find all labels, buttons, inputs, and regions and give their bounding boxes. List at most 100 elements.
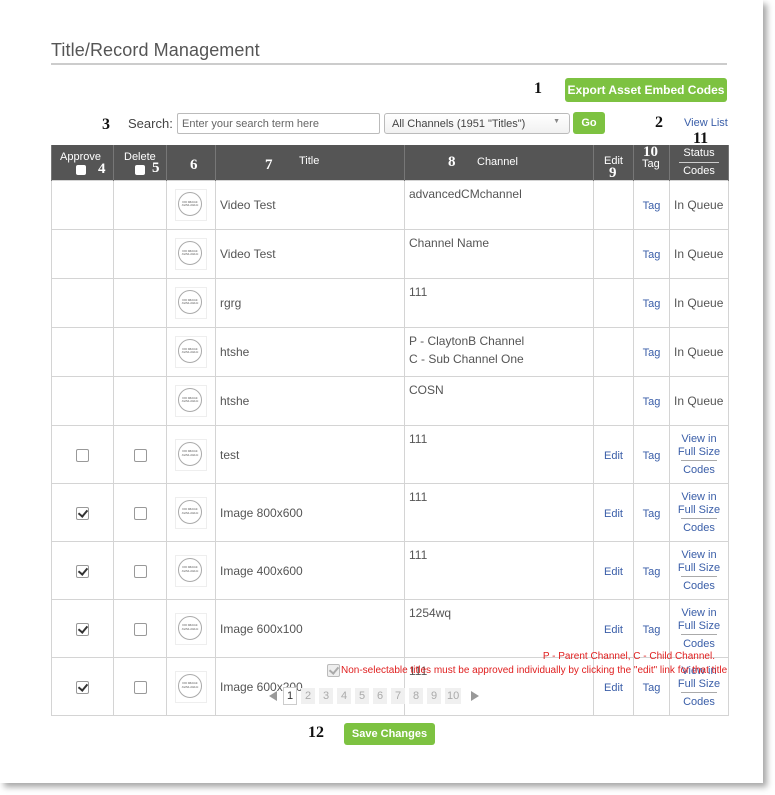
thumbnail[interactable]: NO IMAGE AVAILABLE [175, 189, 207, 221]
page-link-3[interactable]: 3 [319, 688, 333, 704]
codes-link[interactable]: Codes [683, 696, 715, 708]
tag-link[interactable]: Tag [643, 200, 661, 212]
callout-marker-2: 2 [655, 114, 663, 131]
thumbnail-cell: NO IMAGE AVAILABLE [166, 278, 216, 328]
codes-link[interactable]: Codes [683, 464, 715, 476]
col-title: 7 Title [215, 145, 405, 181]
tag-link[interactable]: Tag [643, 347, 661, 359]
disabled-checkbox-icon [327, 664, 340, 677]
page-link-2[interactable]: 2 [301, 688, 315, 704]
previous-page-icon[interactable] [269, 691, 277, 701]
channel-filter-select[interactable]: All Channels (1951 "Titles") ▼ [384, 113, 570, 134]
tag-link[interactable]: Tag [643, 298, 661, 310]
edit-link[interactable]: Edit [604, 508, 623, 520]
codes-cell: View in Full Size Codes [669, 599, 729, 658]
thumbnail[interactable]: NO IMAGE AVAILABLE [175, 336, 207, 368]
page-link-9[interactable]: 9 [427, 688, 441, 704]
view-full-size-link[interactable]: View in Full Size [670, 491, 728, 517]
codes-divider [681, 459, 717, 461]
codes-cell: View in Full Size Codes [669, 425, 729, 484]
codes-link[interactable]: Codes [683, 522, 715, 534]
channel-cell: 111 [404, 483, 594, 542]
channel-cell: P - ClaytonB Channel C - Sub Channel One [404, 327, 594, 377]
edit-link[interactable]: Edit [604, 450, 623, 462]
thumbnail[interactable]: NO IMAGE AVAILABLE [175, 385, 207, 417]
tag-link[interactable]: Tag [643, 450, 661, 462]
approve-checkbox[interactable] [76, 564, 89, 578]
codes-divider [681, 517, 717, 519]
delete-checkbox[interactable] [133, 680, 147, 694]
go-button[interactable]: Go [573, 112, 605, 134]
view-full-size-link[interactable]: View in Full Size [670, 433, 728, 459]
col-status-codes: Status Codes [669, 145, 729, 181]
tag-cell: Tag [633, 376, 670, 426]
channel-name: C - Sub Channel One [409, 352, 524, 366]
tag-link[interactable]: Tag [643, 566, 661, 578]
edit-link[interactable]: Edit [604, 566, 623, 578]
callout-marker-12: 12 [308, 724, 324, 741]
view-list-link[interactable]: View List [684, 117, 728, 129]
codes-link[interactable]: Codes [683, 638, 715, 650]
thumbnail-cell: NO IMAGE AVAILABLE [166, 657, 216, 716]
table-row: NO IMAGE AVAILABLE Image 800x600 111 Edit Ta… [51, 483, 729, 542]
view-full-size-link[interactable]: View in Full Size [670, 607, 728, 633]
page-link-10[interactable]: 10 [445, 688, 462, 704]
search-input[interactable] [177, 113, 380, 134]
channel-cell: 111 [404, 278, 594, 328]
view-full-size-link[interactable]: View in Full Size [670, 549, 728, 575]
status-codes-divider [679, 162, 719, 163]
tag-cell: Tag [633, 278, 670, 328]
approve-cell [51, 599, 114, 658]
page-link-8[interactable]: 8 [409, 688, 423, 704]
approve-checkbox[interactable] [76, 448, 89, 462]
page-link-4[interactable]: 4 [337, 688, 351, 704]
approve-header-label: Approve [60, 151, 101, 163]
table-row: NO IMAGE AVAILABLE Image 600x100 1254wq Edi… [51, 599, 729, 658]
channel-cell: advancedCMchannel [404, 180, 594, 230]
thumbnail[interactable]: NO IMAGE AVAILABLE [175, 612, 207, 645]
page-link-6[interactable]: 6 [373, 688, 387, 704]
page-link-1[interactable]: 1 [283, 687, 297, 705]
thumbnail[interactable]: NO IMAGE AVAILABLE [175, 287, 207, 319]
approve-checkbox[interactable] [76, 622, 89, 636]
thumbnail[interactable]: NO IMAGE AVAILABLE [175, 554, 207, 587]
tag-link[interactable]: Tag [643, 396, 661, 408]
no-image-placeholder-icon: NO IMAGE AVAILABLE [178, 441, 202, 466]
approve-checkbox[interactable] [76, 680, 89, 694]
edit-link[interactable]: Edit [604, 624, 623, 636]
delete-cell [113, 599, 167, 658]
thumbnail[interactable]: NO IMAGE AVAILABLE [175, 670, 207, 703]
export-embed-codes-button[interactable]: Export Asset Embed Codes [565, 78, 727, 102]
channel-name: 111 [409, 490, 428, 504]
page-link-7[interactable]: 7 [391, 688, 405, 704]
tag-cell: Tag [633, 229, 670, 279]
thumbnail[interactable]: NO IMAGE AVAILABLE [175, 496, 207, 529]
delete-checkbox[interactable] [133, 448, 147, 462]
tag-link[interactable]: Tag [643, 249, 661, 261]
page-link-5[interactable]: 5 [355, 688, 369, 704]
delete-checkbox[interactable] [133, 564, 147, 578]
thumbnail[interactable]: NO IMAGE AVAILABLE [175, 438, 207, 471]
codes-link[interactable]: Codes [683, 580, 715, 592]
tag-link[interactable]: Tag [643, 682, 661, 694]
edit-cell [593, 229, 634, 279]
next-page-icon[interactable] [471, 691, 480, 701]
delete-checkbox[interactable] [133, 622, 147, 636]
channel-name: Channel Name [409, 236, 490, 250]
approve-all-checkbox[interactable] [76, 165, 86, 175]
no-image-placeholder-icon: NO IMAGE AVAILABLE [178, 557, 202, 582]
channel-legend: P - Parent Channel, C - Child Channel. [542, 651, 715, 662]
thumbnail[interactable]: NO IMAGE AVAILABLE [175, 238, 207, 270]
delete-all-checkbox[interactable] [135, 165, 145, 175]
approve-cell [51, 483, 114, 542]
edit-link[interactable]: Edit [604, 682, 623, 694]
save-changes-button[interactable]: Save Changes [344, 723, 435, 745]
tag-link[interactable]: Tag [643, 624, 661, 636]
approve-checkbox[interactable] [76, 506, 89, 520]
edit-cell [593, 278, 634, 328]
delete-checkbox[interactable] [133, 506, 147, 520]
page-title: Title/Record Management [51, 40, 260, 60]
tag-link[interactable]: Tag [643, 508, 661, 520]
no-image-placeholder-icon: NO IMAGE AVAILABLE [178, 615, 202, 640]
status-cell: In Queue [669, 327, 729, 377]
